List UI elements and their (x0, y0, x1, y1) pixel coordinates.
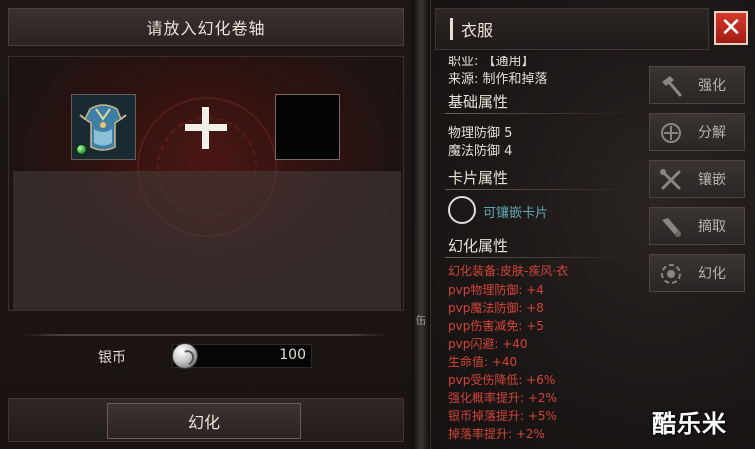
item-detail-panel: 衣服 ✕ 职业: 【通用】 来源: 制作和掉落 基础属性 物理防御 5 魔法防御… (430, 0, 755, 449)
card-slot-text: 可镶嵌卡片 (483, 206, 549, 221)
silver-value: 100 (279, 347, 306, 363)
plus-icon (185, 107, 227, 149)
illusion-icon (661, 264, 681, 284)
illusion-line: pvp魔法防御: +8 (448, 301, 544, 315)
fuse-button[interactable]: 幻化 (107, 403, 301, 439)
inlay-button[interactable]: 镶嵌 (649, 160, 745, 198)
quality-gem-icon (76, 144, 87, 155)
pick-icon (662, 218, 681, 237)
fusion-title: 请放入幻化卷轴 (146, 19, 266, 38)
item-titlebar: 衣服 (435, 8, 709, 50)
decompose-label: 分解 (698, 125, 726, 141)
section-rule (445, 257, 635, 258)
illusion-line: 掉落率提升: +2% (448, 427, 545, 441)
decompose-icon (661, 123, 681, 143)
illusion-line: pvp闪避: +40 (448, 337, 528, 351)
section-rule (445, 189, 635, 190)
fusion-titlebar: 请放入幻化卷轴 (8, 8, 404, 46)
seam-glyph: 缶 (415, 314, 427, 327)
silver-label: 银币 (98, 350, 126, 366)
divider (22, 334, 388, 336)
illusion-line: 生命值: +40 (448, 355, 518, 369)
close-button[interactable]: ✕ (714, 11, 748, 45)
hammer-icon (662, 76, 682, 97)
silver-coin-icon (172, 343, 198, 369)
title-accent-bar (450, 18, 453, 40)
panel-seam (412, 0, 430, 449)
illusion-line: 银币掉落提升: +5% (448, 409, 557, 423)
card-attr-title: 卡片属性 (448, 169, 509, 187)
tools-icon (660, 169, 681, 190)
item-name: 衣服 (461, 21, 494, 40)
scroll-slot[interactable] (275, 94, 340, 160)
extract-button[interactable]: 摘取 (649, 207, 745, 245)
section-rule (445, 113, 635, 114)
illusion-line: pvp物理防御: +4 (448, 283, 544, 297)
illusion-line: 强化概率提升: +2% (448, 391, 557, 405)
illusion-line: 幻化装备:皮肤-疾风·衣 (448, 264, 569, 278)
illusion-label: 幻化 (698, 266, 726, 282)
equipment-slot[interactable] (71, 94, 136, 160)
illusion-line: pvp受伤降低: +6% (448, 373, 556, 387)
result-area (13, 171, 401, 310)
source-line: 来源: 制作和掉落 (448, 72, 548, 87)
decompose-button[interactable]: 分解 (649, 113, 745, 151)
extract-label: 摘取 (698, 219, 726, 235)
fusion-area (8, 56, 404, 311)
illusion-button[interactable]: 幻化 (649, 254, 745, 292)
fusion-panel: 请放入幻化卷轴 银币 100 幻化 (0, 0, 412, 449)
magic-defense: 魔法防御 4 (448, 144, 513, 159)
watermark-logo: 酷乐米 (652, 410, 727, 438)
item-info-scroll[interactable]: 职业: 【通用】 来源: 制作和掉落 基础属性 物理防御 5 魔法防御 4 卡片… (435, 56, 641, 449)
inlay-label: 镶嵌 (698, 172, 726, 188)
basic-attr-title: 基础属性 (448, 93, 509, 111)
physical-defense: 物理防御 5 (448, 126, 513, 141)
enhance-button[interactable]: 强化 (649, 66, 745, 104)
card-slot-icon (448, 196, 476, 224)
illusion-attr-title: 幻化属性 (448, 237, 509, 255)
illusion-line: pvp伤害减免: +5 (448, 319, 544, 333)
enhance-label: 强化 (698, 78, 726, 94)
close-icon: ✕ (720, 13, 742, 43)
